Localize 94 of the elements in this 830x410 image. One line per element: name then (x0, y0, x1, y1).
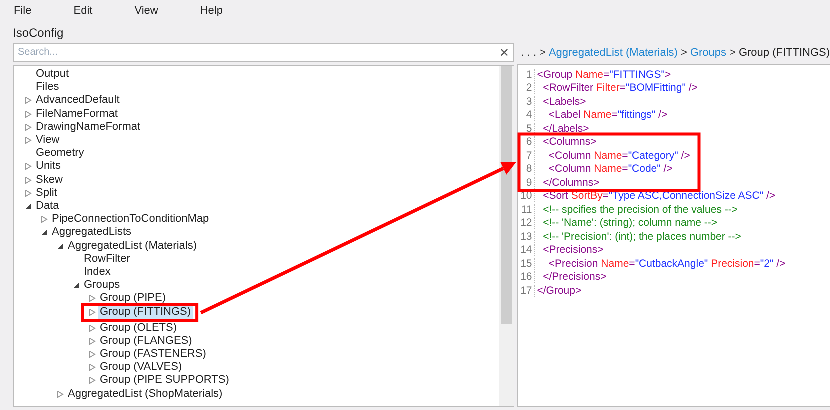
line-number: 11 (518, 204, 536, 216)
tree-item[interactable]: Group (PIPE SUPPORTS) (98, 374, 232, 388)
code-line: <Labels> (542, 96, 586, 108)
line-number: 17 (518, 284, 536, 297)
tree-item[interactable]: AggregatedLists (50, 226, 134, 240)
expand-arrow-icon[interactable] (24, 163, 32, 170)
code-line: <Label Name="fittings" /> (548, 109, 668, 122)
tree-item[interactable]: Group (FITTINGS) (98, 306, 194, 320)
code-line: <Precision Name="CutbackAngle" Precision="2" /> (548, 258, 786, 270)
expand-arrow-icon[interactable] (24, 176, 32, 184)
breadcrumb-separator: > (540, 47, 546, 59)
tree-item[interactable]: Data (34, 200, 62, 213)
expand-arrow-icon[interactable] (24, 124, 32, 131)
expand-arrow-icon[interactable] (88, 364, 96, 372)
line-number: 10 (518, 190, 536, 202)
line-number: 5 (518, 122, 536, 135)
breadcrumb-ellipsis[interactable]: . . . (521, 47, 537, 59)
menu-item[interactable]: Help (200, 5, 223, 17)
code-line: </Group> (537, 284, 582, 297)
code-line: </Precisions> (542, 271, 607, 284)
tree-item[interactable]: View (34, 134, 62, 148)
expand-arrow-icon[interactable] (88, 295, 96, 302)
menu-item[interactable]: Edit (74, 5, 93, 17)
xml-editor[interactable] (517, 64, 830, 407)
tree-item[interactable]: DrawingNameFormat (34, 120, 143, 134)
tree-item[interactable]: Files (34, 81, 62, 94)
line-number: 12 (518, 217, 536, 230)
tree-item[interactable]: Group (PIPE) (98, 292, 168, 306)
tree-item[interactable]: Group (VALVES) (98, 361, 184, 374)
code-line: <Columns> (542, 136, 597, 148)
code-line: <Sort SortBy="Type ASC,ConnectionSize ASC" /> (542, 190, 776, 202)
tree-item[interactable]: Index (82, 266, 113, 279)
expand-arrow-icon[interactable] (24, 110, 32, 118)
search-field[interactable]: Search... ✕ (13, 43, 514, 62)
expand-arrow-icon[interactable] (88, 338, 96, 345)
line-number: 16 (518, 271, 536, 284)
collapse-arrow-icon[interactable] (72, 282, 80, 290)
line-number: 2 (518, 82, 536, 94)
line-number: 15 (518, 258, 536, 270)
code-line: <Column Name="Category" /> (548, 150, 690, 162)
tree-item[interactable]: Output (34, 68, 72, 82)
code-line: <Group Name="FITTINGS"> (537, 68, 672, 81)
code-line: </Labels> (542, 122, 590, 135)
line-number: 7 (518, 150, 536, 162)
expand-arrow-icon[interactable] (88, 377, 96, 384)
expand-arrow-icon[interactable] (88, 309, 96, 316)
line-number: 14 (518, 244, 536, 256)
code-line: <RowFilter Filter="BOMFitting" /> (542, 82, 698, 94)
tree-item[interactable]: Group (FASTENERS) (98, 348, 208, 362)
clear-search-button[interactable]: ✕ (499, 46, 510, 58)
expand-arrow-icon[interactable] (88, 324, 96, 332)
app-title: IsoConfig (13, 26, 64, 40)
tree-item[interactable]: Skew (34, 174, 65, 187)
line-number: 1 (518, 68, 536, 81)
tree-item[interactable]: Units (34, 160, 64, 174)
code-line: </Columns> (542, 176, 600, 189)
tree-item[interactable]: AdvancedDefault (34, 94, 122, 108)
line-number: 3 (518, 96, 536, 108)
code-line: <!-- 'Name': (string); column name --> (542, 217, 718, 230)
tree-item[interactable]: Geometry (34, 147, 86, 160)
collapse-arrow-icon[interactable] (24, 202, 32, 210)
tree-item[interactable]: Split (34, 186, 60, 200)
tree-item[interactable]: AggregatedList (ShopMaterials) (66, 388, 225, 401)
expand-arrow-icon[interactable] (24, 137, 32, 144)
menu-item[interactable]: View (134, 5, 158, 17)
scrollbar-thumb[interactable] (501, 66, 512, 324)
collapse-arrow-icon[interactable] (40, 229, 48, 236)
expand-arrow-icon[interactable] (88, 351, 96, 358)
tree-item[interactable]: AggregatedList (Materials) (66, 240, 200, 253)
code-line: <!-- 'Precision': (int); the places number --> (542, 230, 742, 243)
expand-arrow-icon[interactable] (24, 97, 32, 104)
line-number: 6 (518, 136, 536, 148)
line-number: 9 (518, 176, 536, 189)
tree-item[interactable]: Groups (82, 279, 122, 292)
tree-item[interactable]: FileNameFormat (34, 108, 120, 121)
collapse-arrow-icon[interactable] (56, 242, 64, 250)
tree-item[interactable]: RowFilter (82, 252, 132, 266)
breadcrumb-separator: > (680, 47, 688, 59)
tree-item[interactable]: PipeConnectionToConditionMap (50, 213, 212, 226)
line-number: 13 (518, 230, 536, 243)
expand-arrow-icon[interactable] (24, 190, 32, 197)
scrollbar[interactable] (499, 66, 514, 406)
code-line: <Precisions> (542, 244, 604, 256)
line-number: 8 (518, 163, 536, 176)
line-number: 4 (518, 109, 536, 122)
code-line: <Column Name="Code" /> (548, 163, 673, 176)
breadcrumb-separator: > (730, 47, 736, 59)
expand-arrow-icon[interactable] (40, 216, 48, 224)
tree-item[interactable]: Group (OLETS) (98, 322, 180, 335)
menu-item[interactable]: File (14, 5, 32, 17)
expand-arrow-icon[interactable] (56, 390, 64, 398)
tree-item[interactable]: Group (FLANGES) (98, 334, 194, 348)
breadcrumb-current: Group (FITTINGS) (738, 47, 830, 59)
code-line: <!-- spcifies the precision of the values --> (542, 204, 738, 216)
